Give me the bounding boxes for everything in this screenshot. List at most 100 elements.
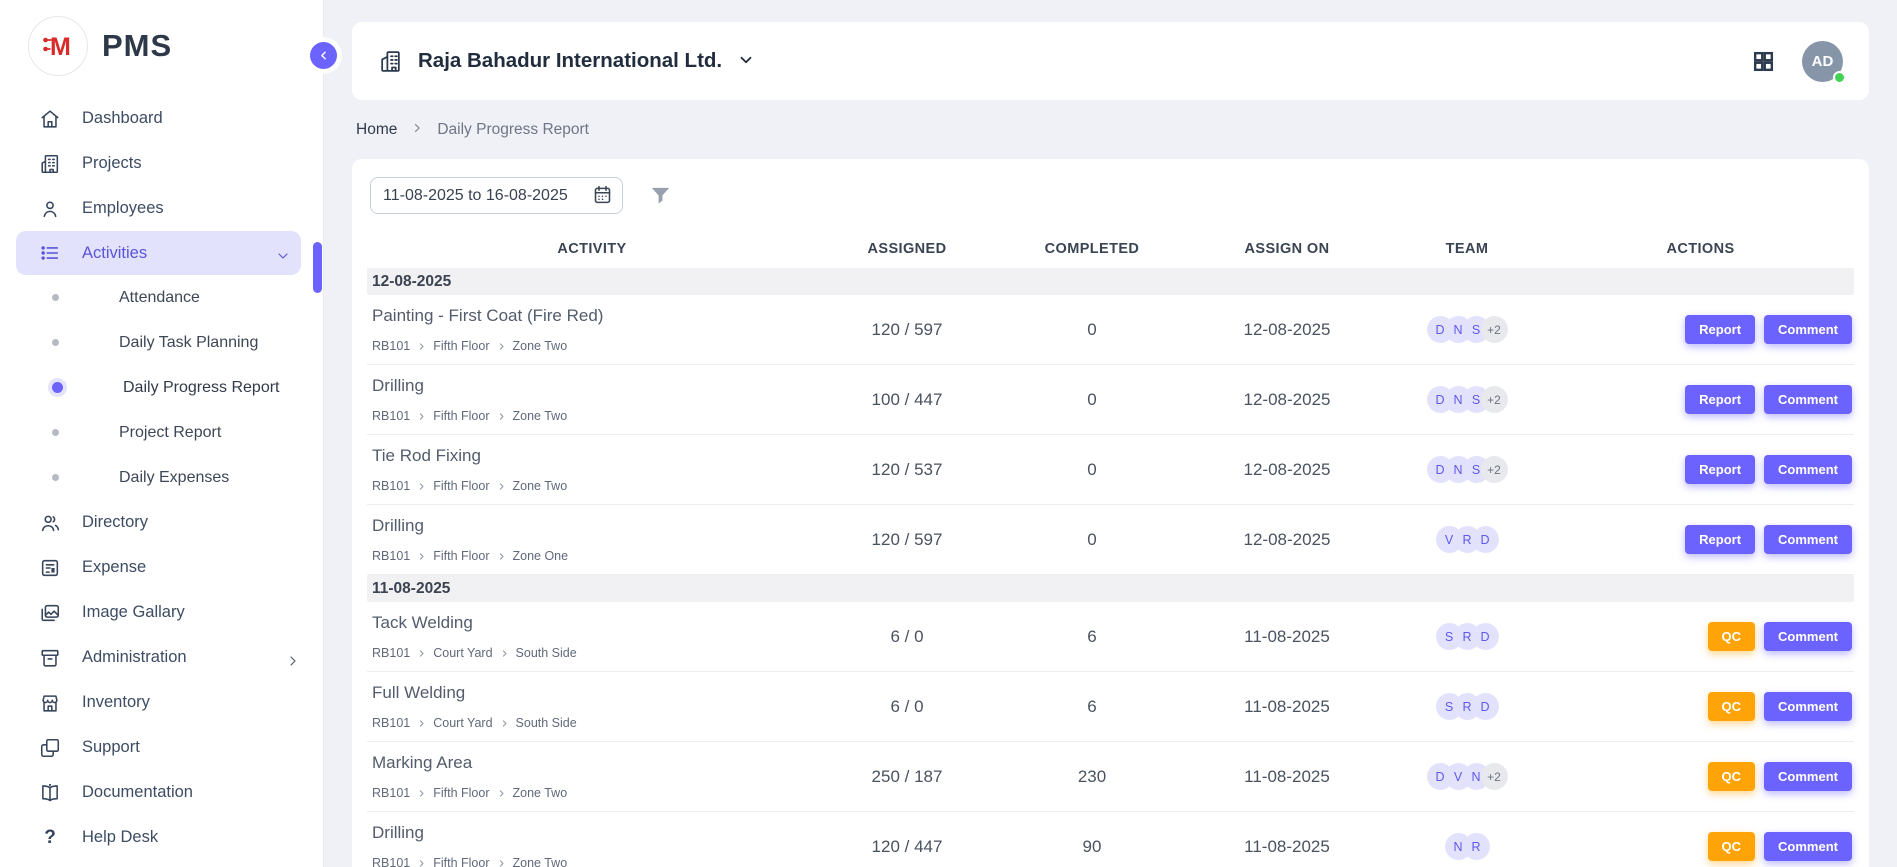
sidebar-item-help-desk[interactable]: ?Help Desk — [0, 815, 323, 860]
sidebar-item-label: Administration — [82, 648, 265, 667]
team-extra-count[interactable]: +2 — [1481, 316, 1508, 343]
team-extra-count[interactable]: +2 — [1481, 456, 1508, 483]
completed-value: 0 — [997, 320, 1187, 340]
team-member-avatar[interactable]: D — [1472, 693, 1499, 720]
activity-cell: Painting - First Coat (Fire Red) RB101Fi… — [367, 306, 817, 353]
assigned-value: 120 / 597 — [817, 320, 997, 340]
team-member-avatar[interactable]: D — [1472, 623, 1499, 650]
report-button[interactable]: Report — [1685, 385, 1755, 414]
sidebar-item-employees[interactable]: Employees — [0, 186, 323, 231]
row-actions: Report Comment — [1547, 385, 1854, 414]
path-segment: Fifth Floor — [433, 856, 489, 867]
sidebar-item-inventory[interactable]: Inventory — [0, 680, 323, 725]
team-member-avatar[interactable]: R — [1463, 833, 1490, 860]
activity-cell: Drilling RB101Fifth FloorZone One — [367, 516, 817, 563]
sidebar-subitem-daily-progress-report[interactable]: Daily Progress Report — [0, 365, 323, 410]
qc-button[interactable]: QC — [1708, 622, 1756, 651]
sidebar-item-support[interactable]: Support — [0, 725, 323, 770]
store-icon — [38, 691, 62, 715]
chevron-right-icon — [497, 342, 506, 351]
sidebar-subitem-project-report[interactable]: Project Report — [0, 410, 323, 455]
apps-grid-icon[interactable] — [1751, 49, 1776, 74]
sidebar-subitem-label: Attendance — [119, 289, 200, 307]
activity-cell: Drilling RB101Fifth FloorZone Two — [367, 823, 817, 867]
chevron-down-icon — [275, 245, 291, 261]
sidebar-item-projects[interactable]: Projects — [0, 141, 323, 186]
filter-button[interactable] — [649, 184, 672, 207]
sidebar-item-label: Help Desk — [82, 828, 301, 847]
sidebar-item-label: Dashboard — [82, 109, 301, 128]
comment-button[interactable]: Comment — [1764, 692, 1852, 721]
sidebar-item-label: Projects — [82, 154, 301, 173]
sidebar-item-expense[interactable]: Expense — [0, 545, 323, 590]
comment-button[interactable]: Comment — [1764, 455, 1852, 484]
path-segment: Fifth Floor — [433, 549, 489, 563]
comment-button[interactable]: Comment — [1764, 622, 1852, 651]
column-header-team: TEAM — [1387, 241, 1547, 257]
qc-button[interactable]: QC — [1708, 832, 1756, 861]
report-button[interactable]: Report — [1685, 455, 1755, 484]
sidebar-subitem-daily-task-planning[interactable]: Daily Task Planning — [0, 320, 323, 365]
bullet-icon — [52, 474, 59, 481]
table-row: Tie Rod Fixing RB101Fifth FloorZone Two … — [367, 435, 1854, 505]
qc-button[interactable]: QC — [1708, 692, 1756, 721]
sidebar-item-activities[interactable]: Activities — [16, 231, 301, 275]
completed-value: 0 — [997, 390, 1187, 410]
path-segment: Fifth Floor — [433, 409, 489, 423]
report-button[interactable]: Report — [1685, 525, 1755, 554]
date-range-input[interactable] — [370, 177, 623, 214]
chevron-right-icon — [417, 412, 426, 421]
chevron-right-icon — [500, 649, 509, 658]
assign-on-value: 12-08-2025 — [1187, 390, 1387, 410]
comment-button[interactable]: Comment — [1764, 832, 1852, 861]
sidebar-item-documentation[interactable]: Documentation — [0, 770, 323, 815]
user-avatar[interactable]: AD — [1802, 41, 1843, 82]
image-icon — [38, 601, 62, 625]
company-selector[interactable]: Raja Bahadur International Ltd. — [378, 48, 755, 74]
assign-on-value: 11-08-2025 — [1187, 837, 1387, 857]
comment-button[interactable]: Comment — [1764, 315, 1852, 344]
assign-on-value: 11-08-2025 — [1187, 767, 1387, 787]
breadcrumb-home-link[interactable]: Home — [356, 121, 397, 139]
path-segment: South Side — [516, 646, 577, 660]
activity-name: Marking Area — [372, 753, 817, 773]
sidebar-item-dashboard[interactable]: Dashboard — [0, 96, 323, 141]
activity-cell: Drilling RB101Fifth FloorZone Two — [367, 376, 817, 423]
online-status-dot — [1833, 71, 1846, 84]
sidebar-subitem-daily-expenses[interactable]: Daily Expenses — [0, 455, 323, 500]
sidebar-subitem-label: Daily Expenses — [119, 469, 229, 487]
path-segment: Zone One — [513, 549, 569, 563]
layers-icon — [38, 736, 62, 760]
report-button[interactable]: Report — [1685, 315, 1755, 344]
row-actions: QC Comment — [1547, 762, 1854, 791]
team-extra-count[interactable]: +2 — [1481, 386, 1508, 413]
sidebar-collapse-button[interactable] — [310, 42, 337, 69]
team-member-avatar[interactable]: D — [1472, 526, 1499, 553]
top-header: Raja Bahadur International Ltd. AD — [352, 22, 1869, 100]
comment-button[interactable]: Comment — [1764, 762, 1852, 791]
comment-button[interactable]: Comment — [1764, 385, 1852, 414]
qc-button[interactable]: QC — [1708, 762, 1756, 791]
table-row: Drilling RB101Fifth FloorZone Two 120 / … — [367, 812, 1854, 867]
activity-path: RB101Fifth FloorZone Two — [372, 339, 817, 353]
sidebar-item-directory[interactable]: Directory — [0, 500, 323, 545]
sidebar-item-image-gallary[interactable]: Image Gallary — [0, 590, 323, 635]
sidebar-subitem-attendance[interactable]: Attendance — [0, 275, 323, 320]
team-extra-count[interactable]: +2 — [1481, 763, 1508, 790]
sidebar-item-label: Documentation — [82, 783, 301, 802]
filter-row — [367, 177, 1854, 214]
activity-path: RB101Court YardSouth Side — [372, 716, 817, 730]
column-header-assigned: ASSIGNED — [817, 241, 997, 257]
path-segment: RB101 — [372, 339, 410, 353]
comment-button[interactable]: Comment — [1764, 525, 1852, 554]
table-header: ACTIVITY ASSIGNED COMPLETED ASSIGN ON TE… — [367, 230, 1854, 268]
chevron-right-icon — [497, 412, 506, 421]
company-name: Raja Bahadur International Ltd. — [418, 49, 722, 73]
activity-name: Tie Rod Fixing — [372, 446, 817, 466]
completed-value: 6 — [997, 627, 1187, 647]
path-segment: RB101 — [372, 716, 410, 730]
assigned-value: 250 / 187 — [817, 767, 997, 787]
sidebar-item-administration[interactable]: Administration — [0, 635, 323, 680]
people-icon — [38, 511, 62, 535]
path-segment: RB101 — [372, 786, 410, 800]
